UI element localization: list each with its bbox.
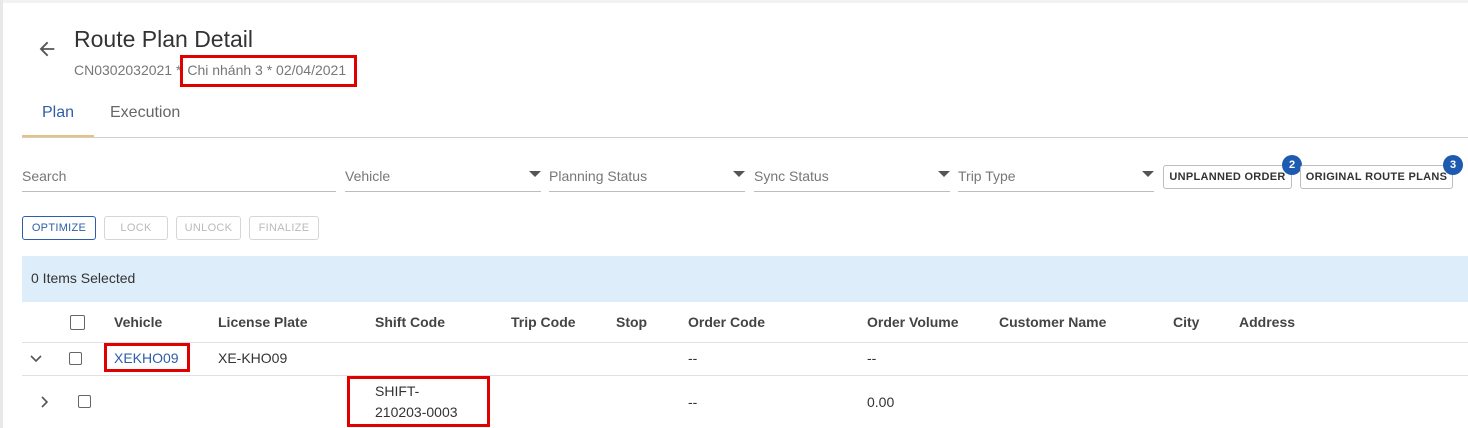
vehicle-highlight-box: [104, 343, 190, 372]
vehicle-select-label: Vehicle: [345, 168, 391, 184]
unlock-button[interactable]: UNLOCK: [176, 216, 241, 240]
tab-execution[interactable]: Execution: [110, 96, 180, 137]
unplanned-order-badge: 2: [1282, 155, 1302, 175]
column-header-stop[interactable]: Stop: [616, 314, 647, 330]
top-border: [0, 0, 1468, 3]
tab-bar: Plan Execution: [22, 96, 1468, 138]
vehicle-select[interactable]: Vehicle: [345, 160, 541, 192]
sync-status-select[interactable]: Sync Status: [754, 160, 950, 192]
arrow-left-icon: [36, 38, 58, 65]
page-subtitle: CN0302032021 * Chi nhánh 3 * 02/04/2021: [74, 55, 358, 87]
column-header-order-volume[interactable]: Order Volume: [867, 314, 959, 330]
trip-type-select[interactable]: Trip Type: [958, 160, 1154, 192]
caret-down-icon: [938, 171, 950, 177]
column-header-license-plate[interactable]: License Plate: [218, 314, 308, 330]
chevron-right-icon[interactable]: [37, 395, 51, 414]
left-border: [0, 0, 3, 428]
column-header-shift-code[interactable]: Shift Code: [375, 314, 445, 330]
shift-code-highlight-box: [347, 376, 490, 427]
select-all-checkbox[interactable]: [70, 315, 85, 330]
trip-type-label: Trip Type: [958, 168, 1016, 184]
search-input[interactable]: Search: [22, 160, 336, 192]
selection-bar: 0 Items Selected: [22, 256, 1468, 302]
column-header-customer-name[interactable]: Customer Name: [999, 314, 1106, 330]
order-code-cell: --: [688, 394, 698, 410]
column-header-address[interactable]: Address: [1239, 314, 1295, 330]
branch-date-highlight: Chi nhánh 3 * 02/04/2021: [180, 55, 358, 87]
column-header-city[interactable]: City: [1173, 314, 1199, 330]
chevron-down-icon[interactable]: [29, 351, 43, 370]
caret-down-icon: [733, 171, 745, 177]
page-title: Route Plan Detail: [74, 26, 253, 52]
order-volume-cell: 0.00: [867, 394, 895, 410]
lock-button[interactable]: LOCK: [104, 216, 168, 240]
planning-status-label: Planning Status: [549, 168, 648, 184]
sync-status-label: Sync Status: [754, 168, 829, 184]
planning-status-select[interactable]: Planning Status: [549, 160, 745, 192]
items-selected-count: 0 Items Selected: [31, 270, 136, 286]
route-plan-code: CN0302032021: [74, 62, 173, 78]
order-volume-cell: --: [867, 350, 877, 366]
column-header-trip-code[interactable]: Trip Code: [511, 314, 576, 330]
order-code-cell: --: [688, 350, 698, 366]
caret-down-icon: [529, 171, 541, 177]
row-divider: [22, 375, 1468, 376]
tab-plan[interactable]: Plan: [22, 96, 94, 137]
optimize-button[interactable]: OPTIMIZE: [22, 216, 96, 240]
header-divider: [22, 342, 1468, 343]
original-route-plans-badge: 3: [1443, 155, 1463, 175]
finalize-button[interactable]: FINALIZE: [249, 216, 319, 240]
search-placeholder: Search: [22, 168, 67, 184]
unplanned-order-button[interactable]: UNPLANNED ORDER: [1163, 165, 1292, 189]
original-route-plans-button[interactable]: ORIGINAL ROUTE PLANS: [1300, 165, 1453, 189]
row-checkbox[interactable]: [78, 395, 91, 408]
unplanned-order-label: UNPLANNED ORDER: [1169, 171, 1286, 183]
route-plan-detail-page: Route Plan Detail CN0302032021 * Chi nhá…: [0, 0, 1468, 428]
license-plate-cell: XE-KHO09: [218, 350, 288, 366]
caret-down-icon: [1142, 171, 1154, 177]
original-route-plans-label: ORIGINAL ROUTE PLANS: [1305, 171, 1448, 183]
column-header-order-code[interactable]: Order Code: [688, 314, 765, 330]
back-button[interactable]: [30, 34, 64, 68]
row-checkbox[interactable]: [69, 352, 82, 365]
column-header-vehicle[interactable]: Vehicle: [114, 314, 162, 330]
